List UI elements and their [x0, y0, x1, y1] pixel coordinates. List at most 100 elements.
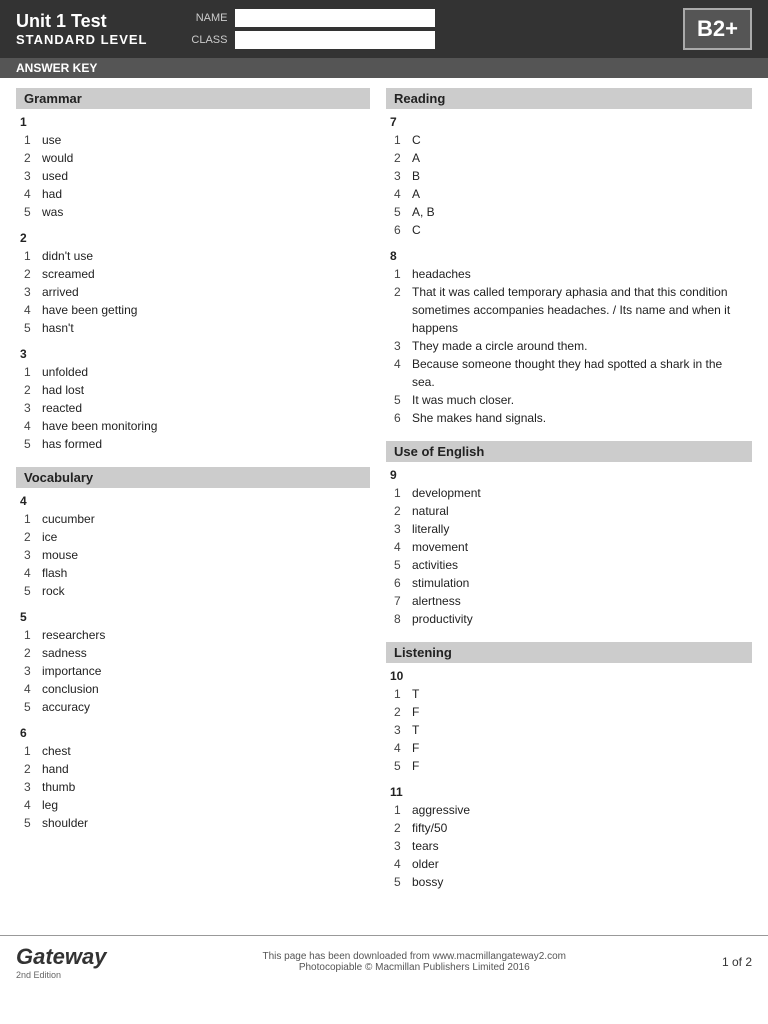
class-input[interactable] — [235, 31, 435, 49]
list-item: 4had — [20, 185, 366, 203]
list-item: 5bossy — [390, 873, 748, 891]
vocab-group-5: 5 1researchers 2sadness 3importance 4con… — [20, 610, 366, 716]
use-of-english-section: Use of English 9 1development 2natural 3… — [386, 441, 752, 628]
grammar-q2-num: 2 — [20, 231, 366, 245]
level-badge: B2+ — [683, 8, 752, 50]
list-item: 2sadness — [20, 644, 366, 662]
list-item: 5It was much closer. — [390, 391, 748, 409]
list-item: 6She makes hand signals. — [390, 409, 748, 427]
list-item: 1headaches — [390, 265, 748, 283]
grammar-group-1: 1 1use 2would 3used 4had 5was — [20, 115, 366, 221]
name-input[interactable] — [235, 9, 435, 27]
list-item: 3reacted — [20, 399, 366, 417]
unit-title: Unit 1 Test — [16, 11, 147, 32]
list-item: 1didn't use — [20, 247, 366, 265]
answer-key-label: ANSWER KEY — [16, 61, 97, 75]
list-item: 5has formed — [20, 435, 366, 453]
list-item: 3They made a circle around them. — [390, 337, 748, 355]
listening-group-11: 11 1aggressive 2fifty/50 3tears 4older 5… — [390, 785, 748, 891]
grammar-q3-num: 3 — [20, 347, 366, 361]
list-item: 3T — [390, 721, 748, 739]
class-row: CLASS — [187, 31, 667, 49]
footer-line2: Photocopiable © Macmillan Publishers Lim… — [262, 962, 566, 973]
list-item: 2fifty/50 — [390, 819, 748, 837]
reading-header: Reading — [386, 88, 752, 109]
vocab-q4-num: 4 — [20, 494, 366, 508]
header-title-block: Unit 1 Test STANDARD LEVEL — [16, 11, 147, 47]
vocab-group-4: 4 1cucumber 2ice 3mouse 4flash 5rock — [20, 494, 366, 600]
list-item: 2ice — [20, 528, 366, 546]
listening-group-10: 10 1T 2F 3T 4F 5F — [390, 669, 748, 775]
vocabulary-content: 4 1cucumber 2ice 3mouse 4flash 5rock 5 1… — [16, 494, 370, 832]
footer-line1: This page has been downloaded from www.m… — [262, 951, 566, 962]
list-item: 6C — [390, 221, 748, 239]
list-item: 8productivity — [390, 610, 748, 628]
list-item: 2F — [390, 703, 748, 721]
list-item: 4older — [390, 855, 748, 873]
list-item: 5activities — [390, 556, 748, 574]
vocab-q6-num: 6 — [20, 726, 366, 740]
list-item: 4A — [390, 185, 748, 203]
list-item: 1aggressive — [390, 801, 748, 819]
reading-group-7: 7 1C 2A 3B 4A 5A, B 6C — [390, 115, 748, 239]
listening-q10-num: 10 — [390, 669, 748, 683]
list-item: 1unfolded — [20, 363, 366, 381]
use-of-english-q9-num: 9 — [390, 468, 748, 482]
list-item: 1T — [390, 685, 748, 703]
list-item: 5hasn't — [20, 319, 366, 337]
answer-key-bar: ANSWER KEY — [0, 58, 768, 78]
grammar-section: Grammar 1 1use 2would 3used 4had 5was 2 … — [16, 88, 370, 453]
use-of-english-group-9: 9 1development 2natural 3literally 4move… — [390, 468, 748, 628]
list-item: 1researchers — [20, 626, 366, 644]
list-item: 2would — [20, 149, 366, 167]
vocabulary-section: Vocabulary 4 1cucumber 2ice 3mouse 4flas… — [16, 467, 370, 832]
list-item: 2had lost — [20, 381, 366, 399]
class-label: CLASS — [187, 34, 227, 46]
list-item: 5was — [20, 203, 366, 221]
list-item: 3tears — [390, 837, 748, 855]
list-item: 4have been getting — [20, 301, 366, 319]
footer-logo: Gateway 2nd Edition — [16, 944, 107, 980]
reading-q7-num: 7 — [390, 115, 748, 129]
vocab-group-6: 6 1chest 2hand 3thumb 4leg 5shoulder — [20, 726, 366, 832]
name-row: NAME — [187, 9, 667, 27]
reading-content: 7 1C 2A 3B 4A 5A, B 6C 8 1headaches 2Tha… — [386, 115, 752, 427]
grammar-header: Grammar — [16, 88, 370, 109]
list-item: 6stimulation — [390, 574, 748, 592]
list-item: 3mouse — [20, 546, 366, 564]
vocab-q5-num: 5 — [20, 610, 366, 624]
right-column: Reading 7 1C 2A 3B 4A 5A, B 6C 8 1headac… — [386, 88, 752, 905]
name-label: NAME — [187, 12, 227, 24]
header-fields: NAME CLASS — [187, 9, 667, 49]
list-item: 5shoulder — [20, 814, 366, 832]
list-item: 1chest — [20, 742, 366, 760]
level-title: STANDARD LEVEL — [16, 32, 147, 47]
use-of-english-content: 9 1development 2natural 3literally 4move… — [386, 468, 752, 628]
list-item: 7alertness — [390, 592, 748, 610]
list-item: 2That it was called temporary aphasia an… — [390, 283, 748, 337]
reading-group-8: 8 1headaches 2That it was called tempora… — [390, 249, 748, 427]
vocabulary-header: Vocabulary — [16, 467, 370, 488]
listening-header: Listening — [386, 642, 752, 663]
list-item: 2A — [390, 149, 748, 167]
list-item: 4leg — [20, 796, 366, 814]
gateway-logo-text: Gateway — [16, 944, 107, 970]
list-item: 4flash — [20, 564, 366, 582]
list-item: 3used — [20, 167, 366, 185]
grammar-group-2: 2 1didn't use 2screamed 3arrived 4have b… — [20, 231, 366, 337]
reading-q8-num: 8 — [390, 249, 748, 263]
list-item: 1cucumber — [20, 510, 366, 528]
page-header: Unit 1 Test STANDARD LEVEL NAME CLASS B2… — [0, 0, 768, 58]
list-item: 5A, B — [390, 203, 748, 221]
grammar-q1-num: 1 — [20, 115, 366, 129]
list-item: 2hand — [20, 760, 366, 778]
list-item: 3importance — [20, 662, 366, 680]
grammar-group-3: 3 1unfolded 2had lost 3reacted 4have bee… — [20, 347, 366, 453]
list-item: 3literally — [390, 520, 748, 538]
listening-section: Listening 10 1T 2F 3T 4F 5F 11 1aggressi… — [386, 642, 752, 891]
listening-q11-num: 11 — [390, 785, 748, 799]
list-item: 1use — [20, 131, 366, 149]
list-item: 5F — [390, 757, 748, 775]
list-item: 4F — [390, 739, 748, 757]
list-item: 4Because someone thought they had spotte… — [390, 355, 748, 391]
